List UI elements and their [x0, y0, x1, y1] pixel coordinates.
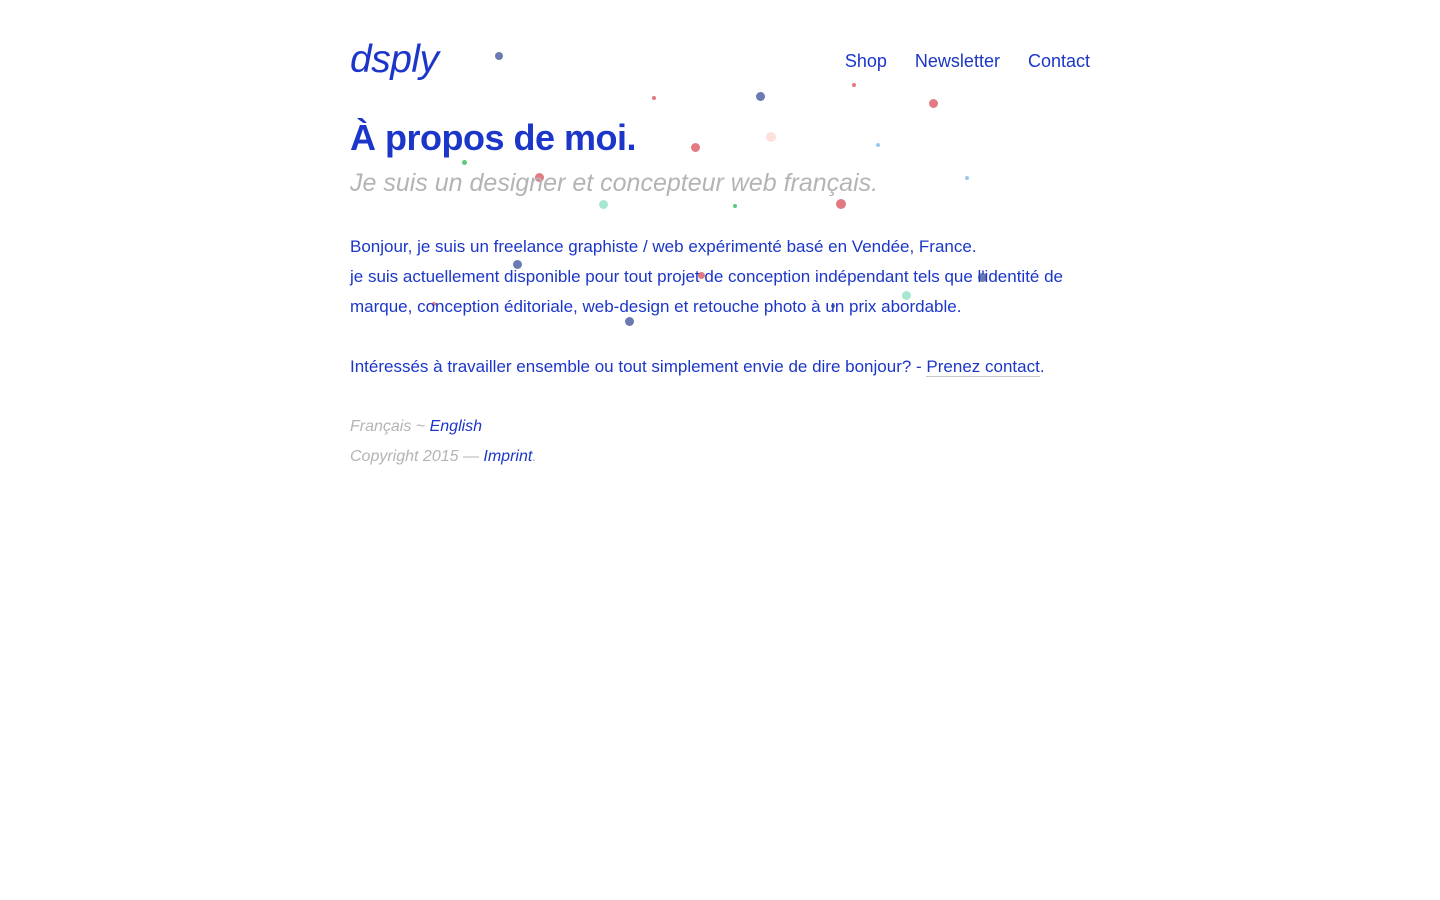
content-container: dsply Shop Newsletter Contact À propos d…: [350, 0, 1090, 472]
contact-cta-text: Intéressés à travailler ensemble ou tout…: [350, 357, 927, 376]
nav-shop-link[interactable]: Shop: [845, 49, 887, 73]
imprint-suffix: .: [532, 448, 537, 465]
language-english-link[interactable]: English: [430, 418, 482, 435]
site-footer: Français ~ English Copyright 2015 — Impr…: [350, 412, 1090, 472]
page: dsply Shop Newsletter Contact À propos d…: [0, 0, 1440, 900]
language-switcher: Français ~ English: [350, 412, 1090, 442]
page-subtitle: Je suis un designer et concepteur web fr…: [350, 169, 879, 197]
copyright-text: Copyright 2015 —: [350, 448, 484, 465]
page-title: À propos de moi.: [350, 117, 637, 158]
contact-cta: Intéressés à travailler ensemble ou tout…: [350, 352, 1090, 382]
bio-line-availability: je suis actuellement disponible pour tou…: [350, 267, 1064, 316]
bio-line-intro: Bonjour, je suis un freelance graphiste …: [350, 237, 977, 256]
contact-cta-suffix: .: [1039, 357, 1045, 376]
bio-text: Bonjour, je suis un freelance graphiste …: [350, 232, 1090, 322]
language-current: Français: [350, 418, 412, 435]
site-logo[interactable]: dsply: [350, 36, 439, 84]
nav-contact-link[interactable]: Contact: [1028, 49, 1090, 73]
nav-newsletter-link[interactable]: Newsletter: [915, 49, 1000, 73]
copyright-line: Copyright 2015 — Imprint.: [350, 442, 1090, 472]
main-nav: Shop Newsletter Contact: [845, 49, 1090, 73]
language-separator: ~: [411, 418, 430, 435]
contact-link[interactable]: Prenez contact: [926, 357, 1040, 377]
imprint-link[interactable]: Imprint: [483, 448, 532, 465]
site-header: dsply Shop Newsletter Contact: [350, 0, 1090, 90]
